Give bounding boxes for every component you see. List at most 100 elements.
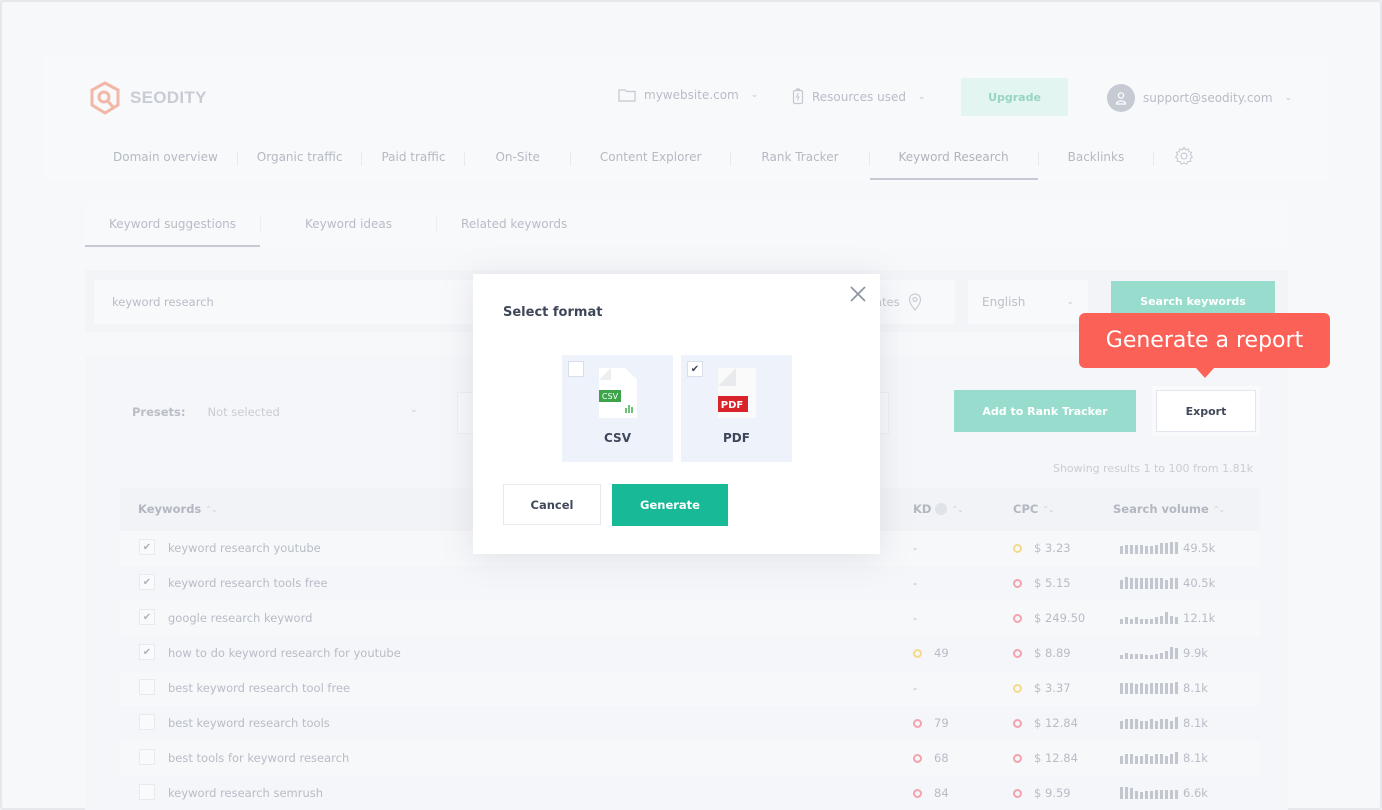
sort-icon: ⌃⌄	[205, 504, 217, 514]
table-row[interactable]: ✔ google research keyword - $ 249.50 12.1k	[120, 601, 1260, 636]
volume-value: 9.9k	[1183, 646, 1208, 660]
sparkline-bar	[1160, 790, 1163, 799]
table-row[interactable]: best keyword research tools 79 $ 12.84 8.1k	[120, 706, 1260, 741]
cancel-button[interactable]: Cancel	[503, 484, 601, 525]
sparkline-bar	[1155, 721, 1158, 729]
row-checkbox[interactable]: ✔	[139, 574, 155, 590]
table-row[interactable]: ✔ how to do keyword research for youtube 4…	[120, 636, 1260, 671]
row-checkbox[interactable]	[139, 679, 155, 695]
settings-button[interactable]	[1154, 140, 1194, 170]
sparkline-bar	[1165, 790, 1168, 799]
table-row[interactable]: keyword research semrush 84 $ 9.59 6.6k	[120, 776, 1260, 810]
sparkline-bar	[1125, 577, 1128, 589]
sort-icon: ⌃⌄	[1042, 504, 1054, 514]
format-option-pdf[interactable]: ✔ PDF PDF	[681, 355, 792, 462]
header-kd[interactable]: KD ⌃⌄	[913, 502, 964, 516]
app-header: SEODITY mywebsite.com ⌄ Resources used ⌄…	[44, 55, 1328, 181]
sparkline-bar	[1135, 684, 1138, 694]
location-selector[interactable]: ates	[875, 280, 955, 324]
nav-rank-tracker[interactable]: Rank Tracker	[731, 140, 868, 180]
sparkline-bar	[1120, 580, 1123, 589]
generate-button[interactable]: Generate	[612, 484, 728, 526]
table-row[interactable]: best keyword research tool free - $ 3.37 8.…	[120, 671, 1260, 706]
sparkline-bar	[1125, 653, 1128, 659]
sparkline-bar	[1130, 578, 1133, 589]
info-icon[interactable]	[935, 503, 948, 515]
results-count: Showing results 1 to 100 from 1.81k	[1052, 462, 1253, 475]
cpc-value: $ 8.89	[1034, 646, 1071, 660]
header-keywords[interactable]: Keywords ⌃⌄	[138, 502, 218, 516]
keyword-cell[interactable]: best keyword research tool free	[168, 681, 350, 695]
row-checkbox[interactable]: ✔	[139, 609, 155, 625]
sparkline-bar	[1145, 684, 1148, 694]
folder-icon	[618, 89, 636, 102]
volume-value: 40.5k	[1183, 576, 1216, 590]
nav-content-explorer[interactable]: Content Explorer	[571, 140, 731, 180]
user-email: support@seodity.com	[1143, 91, 1273, 105]
keyword-search-input[interactable]	[94, 280, 484, 324]
nav-organic-traffic[interactable]: Organic traffic	[238, 140, 362, 180]
csv-checkbox[interactable]	[568, 361, 584, 377]
volume-cell: 9.9k	[1120, 646, 1208, 660]
nav-paid-traffic[interactable]: Paid traffic	[362, 140, 464, 180]
upgrade-button[interactable]: Upgrade	[961, 78, 1068, 116]
logo[interactable]: SEODITY	[88, 81, 207, 115]
close-button[interactable]	[848, 284, 868, 304]
table-row[interactable]: ✔ keyword research tools free - $ 5.15 40.5k	[120, 566, 1260, 601]
table-body: ✔ keyword research youtube - $ 3.23 49.5k ✔ ke…	[120, 531, 1260, 810]
row-checkbox[interactable]	[139, 784, 155, 800]
subtab-related-keywords[interactable]: Related keywords	[437, 202, 591, 247]
sparkline-bar	[1165, 612, 1168, 624]
sparkline-bar	[1175, 542, 1178, 554]
keyword-cell[interactable]: keyword research semrush	[168, 786, 323, 800]
chevron-down-icon: ⌄	[409, 405, 418, 415]
resources-selector[interactable]: Resources used ⌄	[792, 88, 926, 105]
add-to-rank-tracker-button[interactable]: Add to Rank Tracker	[954, 390, 1136, 432]
keyword-cell[interactable]: best tools for keyword research	[168, 751, 349, 765]
cpc-cell: $ 249.50	[1013, 611, 1085, 625]
user-menu[interactable]: support@seodity.com ⌄	[1107, 84, 1292, 112]
sparkline-bar	[1130, 654, 1133, 659]
keyword-cell[interactable]: keyword research tools free	[168, 576, 328, 590]
project-name: mywebsite.com	[644, 88, 739, 102]
cpc-indicator-icon	[1013, 753, 1022, 763]
sparkline-bar	[1130, 545, 1133, 554]
header-cpc[interactable]: CPC ⌃⌄	[1013, 502, 1055, 516]
row-checkbox[interactable]: ✔	[139, 539, 155, 555]
keyword-cell[interactable]: how to do keyword research for youtube	[168, 646, 401, 660]
keyword-cell[interactable]: best keyword research tools	[168, 716, 330, 730]
nav-domain-overview[interactable]: Domain overview	[94, 140, 237, 180]
row-checkbox[interactable]	[139, 714, 155, 730]
sparkline-bar	[1170, 754, 1173, 764]
nav-keyword-research[interactable]: Keyword Research	[869, 140, 1038, 180]
presets-selector[interactable]: Presets: Not selected ⌄	[132, 405, 418, 419]
language-selector[interactable]: English ⌄	[968, 280, 1088, 324]
export-button[interactable]: Export	[1156, 390, 1256, 432]
subtab-keyword-ideas[interactable]: Keyword ideas	[261, 202, 436, 247]
sparkline-bar	[1170, 790, 1173, 799]
pdf-checkbox[interactable]: ✔	[687, 361, 703, 377]
format-option-csv[interactable]: CSV CSV	[562, 355, 673, 462]
volume-trend-sparkline	[1120, 682, 1178, 694]
table-row[interactable]: best tools for keyword research 68 $ 12.84…	[120, 741, 1260, 776]
row-checkbox[interactable]: ✔	[139, 644, 155, 660]
sparkline-bar	[1135, 578, 1138, 589]
nav-backlinks[interactable]: Backlinks	[1039, 140, 1154, 180]
kd-cell: -	[913, 611, 917, 625]
volume-cell: 49.5k	[1120, 541, 1215, 555]
volume-cell: 6.6k	[1120, 786, 1208, 800]
nav-on-site[interactable]: On-Site	[465, 140, 569, 180]
sparkline-bar	[1170, 616, 1173, 624]
sparkline-bar	[1125, 754, 1128, 764]
subtab-keyword-suggestions[interactable]: Keyword suggestions	[85, 202, 261, 247]
row-checkbox[interactable]	[139, 749, 155, 765]
volume-cell: 8.1k	[1120, 751, 1208, 765]
header-keywords-label: Keywords	[138, 502, 202, 516]
project-selector[interactable]: mywebsite.com ⌄	[618, 88, 758, 102]
keyword-cell[interactable]: google research keyword	[168, 611, 312, 625]
keyword-cell[interactable]: keyword research youtube	[168, 541, 321, 555]
header-volume[interactable]: Search volume ⌃⌄	[1113, 502, 1225, 516]
close-icon	[850, 286, 866, 302]
kd-value: -	[913, 681, 918, 695]
svg-text:CSV: CSV	[602, 392, 619, 401]
